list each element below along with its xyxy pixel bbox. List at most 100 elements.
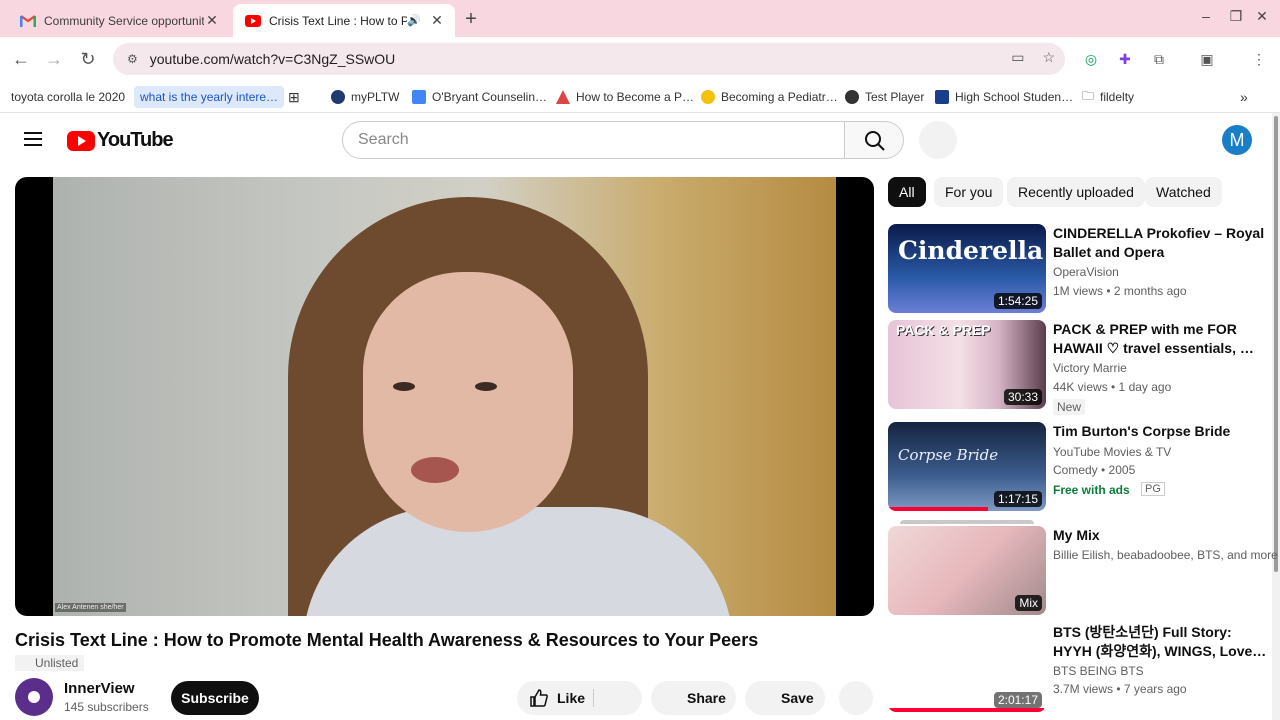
new-tab-button[interactable]: + (460, 8, 482, 31)
tab-community-service[interactable]: Community Service opportunit… ✕ (8, 4, 230, 37)
recommendation-item[interactable]: Cinderella 1:54:25 CINDERELLA Prokofiev … (888, 224, 1268, 314)
save-button[interactable]: Save (745, 681, 825, 715)
account-avatar[interactable]: M (1222, 125, 1252, 155)
bookmark-item[interactable]: toyota corolla le 2020 (11, 86, 125, 108)
youtube-header: YouTube Search M (0, 113, 1270, 169)
video-title[interactable]: CINDERELLA Prokofiev – Royal Ballet and … (1053, 224, 1268, 262)
channel-name[interactable]: InnerView (64, 680, 135, 697)
site-settings-icon[interactable]: ⚙ (127, 52, 138, 66)
channel-name[interactable]: Victory Marrie (1053, 361, 1127, 375)
like-button[interactable]: Like (517, 681, 642, 715)
video-title[interactable]: Tim Burton's Corpse Bride (1053, 422, 1268, 441)
video-title[interactable]: My Mix (1053, 526, 1268, 545)
triangle-icon (556, 90, 570, 104)
video-subject-face (363, 272, 573, 532)
video-meta: 3.7M views • 7 years ago (1053, 682, 1187, 696)
bookmark-label: toyota corolla le 2020 (11, 90, 126, 104)
close-window-icon[interactable]: ✕ (1252, 8, 1272, 25)
recommendation-item[interactable]: Mix My Mix Billie Eilish, beabadoobee, B… (888, 520, 1278, 616)
subscribe-button[interactable]: Subscribe (171, 681, 259, 715)
forward-icon[interactable]: → (42, 47, 66, 71)
bookmark-item[interactable]: Becoming a Pediatr… (701, 86, 838, 108)
watch-progress-bar (888, 507, 988, 511)
chip-for-you[interactable]: For you (934, 177, 1004, 207)
speaker-icon[interactable]: 🔊 (407, 14, 423, 27)
install-app-icon[interactable]: ▭ (1011, 49, 1024, 66)
channel-name[interactable]: YouTube Movies & TV (1053, 445, 1171, 459)
browser-toolbar: ← → ↻ ⚙ youtube.com/watch?v=C3NgZ_SSwOU … (0, 37, 1280, 81)
menu-dots-icon[interactable]: ⋮ (1250, 50, 1268, 68)
url-text: youtube.com/watch?v=C3NgZ_SSwOU (149, 51, 396, 67)
restore-icon[interactable]: ❐ (1226, 8, 1246, 25)
voice-search-button[interactable] (919, 121, 957, 159)
apps-grid-icon[interactable]: ⊞ (288, 86, 300, 108)
side-panel-icon[interactable]: ▣ (1198, 50, 1216, 68)
more-bookmarks-icon[interactable]: » (1240, 86, 1248, 108)
thumbnail-text: Cinderella (898, 236, 1044, 265)
tab-strip: Community Service opportunit… ✕ Crisis T… (0, 0, 1280, 37)
site-icon (935, 90, 949, 104)
scrollbar-thumb[interactable] (1274, 116, 1278, 572)
more-actions-button[interactable] (839, 681, 873, 715)
search-input[interactable]: Search (342, 121, 845, 159)
video-thumbnail[interactable]: Cinderella 1:54:25 (888, 224, 1046, 313)
bookmark-item[interactable]: Test Player (845, 86, 924, 108)
search-button[interactable] (844, 121, 904, 159)
minimize-icon[interactable]: – (1196, 8, 1216, 24)
recommendation-item[interactable]: Corpse Bride 1:17:15 Tim Burton's Corpse… (888, 422, 1268, 512)
folder-icon: 🗀 (1082, 88, 1095, 103)
video-thumbnail[interactable]: PACK & PREP 30:33 (888, 320, 1046, 409)
bookmark-label: How to Become a P… (576, 90, 695, 104)
video-player[interactable]: Alex Antenen she/her (15, 177, 874, 616)
video-frame (53, 177, 836, 616)
video-caption: Alex Antenen she/her (55, 603, 126, 612)
bookmark-star-icon[interactable]: ☆ (1042, 49, 1055, 66)
close-tab-icon[interactable]: ✕ (204, 12, 220, 29)
bookmark-item[interactable]: High School Studen… (935, 86, 1073, 108)
docs-icon (412, 90, 426, 104)
mix-stack (900, 520, 1034, 524)
share-button[interactable]: Share (651, 681, 736, 715)
video-duration: 30:33 (1003, 389, 1042, 405)
video-subject-eye (475, 382, 497, 391)
chip-recently-uploaded[interactable]: Recently uploaded (1007, 177, 1145, 207)
menu-icon[interactable] (24, 132, 42, 146)
bookmark-label: O'Bryant Counselin… (432, 90, 548, 104)
bookmark-item[interactable]: myPLTW (331, 86, 399, 108)
extension-icon[interactable]: ✚ (1116, 50, 1134, 68)
free-with-ads-label: Free with ads (1053, 483, 1130, 497)
video-title[interactable]: PACK & PREP with me FOR HAWAII ♡ travel … (1053, 320, 1268, 358)
video-meta: Comedy • 2005 (1053, 463, 1136, 477)
site-icon (701, 90, 715, 104)
unlisted-badge: Unlisted (15, 655, 85, 671)
bookmark-item[interactable]: what is the yearly intere… (134, 86, 285, 108)
recommendation-item[interactable]: 2:01:17 BTS (방탄소년단) Full Story: HYYH (화양… (888, 623, 1268, 713)
channel-name[interactable]: BTS BEING BTS (1053, 664, 1144, 678)
video-title[interactable]: BTS (방탄소년단) Full Story: HYYH (화양연화), WIN… (1053, 623, 1268, 661)
close-tab-icon[interactable]: ✕ (429, 12, 445, 29)
subscriber-count: 145 subscribers (64, 700, 149, 714)
video-thumbnail[interactable]: Mix (888, 526, 1046, 615)
chip-watched[interactable]: Watched (1145, 177, 1222, 207)
video-thumbnail[interactable]: 2:01:17 (888, 623, 1046, 712)
back-icon[interactable]: ← (9, 47, 33, 71)
mix-artists: Billie Eilish, beabadoobee, BTS, and mor… (1053, 548, 1278, 562)
bookmark-folder[interactable]: 🗀 fildelty (1082, 86, 1134, 108)
like-label: Like (557, 690, 586, 706)
youtube-logo[interactable]: YouTube (67, 129, 174, 152)
recommendation-item[interactable]: PACK & PREP 30:33 PACK & PREP with me FO… (888, 320, 1268, 416)
puzzle-icon[interactable]: ⧉ (1150, 50, 1168, 68)
address-bar[interactable]: ⚙ youtube.com/watch?v=C3NgZ_SSwOU ▭ ☆ (113, 43, 1065, 75)
thumbs-up-icon (530, 689, 548, 707)
chip-all[interactable]: All (888, 177, 926, 207)
search-icon (865, 131, 885, 151)
tab-crisis-text-line[interactable]: Crisis Text Line : How to Pr… 🔊 ✕ (233, 4, 455, 37)
channel-avatar[interactable] (15, 678, 53, 716)
bookmark-item[interactable]: How to Become a P… (556, 86, 694, 108)
channel-name[interactable]: OperaVision (1053, 265, 1119, 279)
video-duration: 2:01:17 (993, 692, 1042, 708)
reload-icon[interactable]: ↻ (76, 47, 100, 71)
bookmark-item[interactable]: O'Bryant Counselin… (412, 86, 547, 108)
video-thumbnail[interactable]: Corpse Bride 1:17:15 (888, 422, 1046, 511)
grammarly-icon[interactable]: ◎ (1082, 50, 1100, 68)
